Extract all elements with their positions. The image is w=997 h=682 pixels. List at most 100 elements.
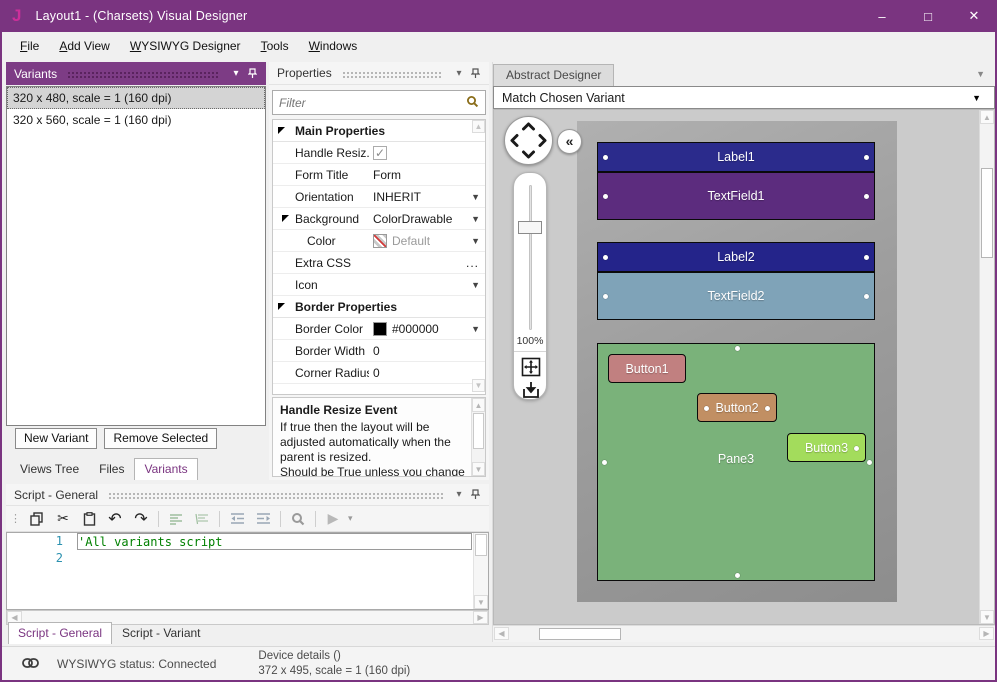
anchor-dot[interactable]: [603, 294, 608, 299]
property-row-orientation[interactable]: Orientation INHERIT ▼: [273, 186, 485, 208]
pan-control[interactable]: [504, 116, 553, 165]
property-row-background[interactable]: Background ColorDrawable ▼: [273, 208, 485, 230]
dropdown-arrow-icon[interactable]: ▼: [471, 280, 480, 290]
scroll-left-icon[interactable]: ◀: [494, 627, 509, 640]
scrollbar-thumb[interactable]: [475, 534, 487, 556]
uncomment-icon[interactable]: [191, 509, 213, 529]
pin-icon[interactable]: [467, 489, 483, 500]
designer-canvas[interactable]: Label1 TextField1 Label2 TextField2 Butt…: [493, 109, 995, 625]
scrollbar-thumb[interactable]: [981, 168, 993, 258]
new-variant-button[interactable]: New Variant: [15, 428, 98, 449]
editor-vertical-scrollbar[interactable]: ▼: [473, 533, 488, 609]
widget-textfield2[interactable]: TextField2: [597, 272, 875, 320]
anchor-dot[interactable]: [735, 573, 740, 578]
widget-label1[interactable]: Label1: [597, 142, 875, 172]
pin-icon[interactable]: [467, 67, 483, 79]
minimize-button[interactable]: –: [859, 2, 905, 32]
panel-menu-arrow-icon[interactable]: ▾: [228, 68, 244, 79]
cut-icon[interactable]: ✂: [52, 509, 74, 529]
toolbar-overflow-icon[interactable]: ▾: [348, 513, 353, 524]
tab-script-general[interactable]: Script - General: [8, 622, 113, 644]
scroll-right-icon[interactable]: ▶: [979, 627, 994, 640]
anchor-dot[interactable]: [765, 406, 770, 411]
canvas-vertical-scrollbar[interactable]: ▲ ▼: [979, 110, 994, 624]
anchor-dot[interactable]: [864, 155, 869, 160]
find-icon[interactable]: [287, 509, 309, 529]
code-line[interactable]: 2: [7, 550, 488, 567]
anchor-dot[interactable]: [864, 294, 869, 299]
form-title-value[interactable]: Form: [369, 168, 485, 182]
close-button[interactable]: ✕: [951, 2, 995, 32]
orientation-value[interactable]: INHERIT: [373, 190, 421, 204]
property-row-extra-css[interactable]: Extra CSS ...: [273, 252, 485, 274]
scroll-up-icon[interactable]: ▲: [472, 398, 485, 412]
undo-icon[interactable]: ↶: [104, 509, 126, 529]
property-row-handle-resize[interactable]: Handle Resiz... ✓: [273, 142, 485, 164]
anchor-dot[interactable]: [603, 194, 608, 199]
panel-menu-arrow-icon[interactable]: ▾: [451, 68, 467, 79]
property-filter-input[interactable]: [279, 95, 466, 110]
property-row-border-color[interactable]: Border Color #000000 ▼: [273, 318, 485, 340]
corner-radius-value[interactable]: 0: [369, 366, 485, 380]
grid-scroll-up-icon[interactable]: ▲: [472, 120, 485, 133]
run-icon[interactable]: ▶: [322, 509, 344, 529]
fit-to-screen-icon[interactable]: [521, 357, 541, 377]
border-width-value[interactable]: 0: [369, 344, 485, 358]
copy-icon[interactable]: [26, 509, 48, 529]
anchor-dot[interactable]: [603, 255, 608, 260]
indent-icon[interactable]: [252, 509, 274, 529]
maximize-button[interactable]: □: [905, 2, 951, 32]
pin-icon[interactable]: [244, 68, 260, 79]
paste-icon[interactable]: [78, 509, 100, 529]
redo-icon[interactable]: ↷: [130, 509, 152, 529]
scrollbar-thumb[interactable]: [539, 628, 621, 640]
description-scrollbar[interactable]: ▲ ▼: [471, 398, 485, 476]
dropdown-arrow-icon[interactable]: ▼: [471, 192, 480, 202]
load-layout-icon[interactable]: [521, 380, 541, 400]
zoom-slider-handle[interactable]: [518, 221, 542, 234]
property-group-row[interactable]: Main Properties ▲: [273, 120, 485, 142]
scroll-up-icon[interactable]: ▲: [980, 110, 994, 124]
menu-tools[interactable]: Tools: [251, 35, 299, 57]
tab-script-variant[interactable]: Script - Variant: [112, 622, 210, 644]
menu-wysiwyg-designer[interactable]: WYSIWYG Designer: [120, 35, 251, 57]
border-color-value[interactable]: #000000: [392, 322, 439, 336]
handle-resize-checkbox[interactable]: ✓: [373, 145, 387, 160]
variant-match-combobox[interactable]: Match Chosen Variant ▼: [493, 86, 995, 109]
scroll-down-icon[interactable]: ▼: [474, 595, 488, 609]
property-row-corner-radius[interactable]: Corner Radius 0 ▼: [273, 362, 485, 392]
anchor-dot[interactable]: [864, 255, 869, 260]
scroll-down-icon[interactable]: ▼: [980, 610, 994, 624]
scroll-down-icon[interactable]: ▼: [472, 462, 485, 476]
ellipsis-button[interactable]: ...: [466, 256, 479, 270]
canvas-horizontal-scrollbar[interactable]: ◀ ▶: [493, 625, 995, 642]
background-value[interactable]: ColorDrawable: [373, 212, 452, 226]
toolbar-grip-icon[interactable]: ⋮: [10, 512, 21, 525]
dropdown-arrow-icon[interactable]: ▼: [471, 236, 480, 246]
property-row-form-title[interactable]: Form Title Form: [273, 164, 485, 186]
script-code-editor[interactable]: 1 'All variants script 2 ▼: [6, 532, 489, 610]
device-form[interactable]: Label1 TextField1 Label2 TextField2 Butt…: [577, 121, 897, 602]
panel-menu-arrow-icon[interactable]: ▼: [976, 69, 985, 79]
property-row-icon[interactable]: Icon ▼: [273, 274, 485, 296]
remove-selected-button[interactable]: Remove Selected: [104, 428, 218, 449]
menu-add-view[interactable]: Add View: [49, 35, 120, 57]
grid-scroll-down-icon[interactable]: ▼: [472, 379, 485, 392]
property-group-row[interactable]: Border Properties: [273, 296, 485, 318]
property-row-border-width[interactable]: Border Width 0: [273, 340, 485, 362]
widget-button2[interactable]: Button2: [697, 393, 777, 422]
anchor-dot[interactable]: [602, 460, 607, 465]
widget-pane3[interactable]: Button1 Button2 Button3 Pane3: [597, 343, 875, 581]
dropdown-arrow-icon[interactable]: ▼: [471, 214, 480, 224]
color-value[interactable]: Default: [392, 234, 430, 248]
scroll-right-icon[interactable]: ▶: [473, 611, 488, 624]
dropdown-arrow-icon[interactable]: ▼: [471, 324, 480, 334]
widget-textfield1[interactable]: TextField1: [597, 172, 875, 220]
code-line[interactable]: 1 'All variants script: [7, 533, 488, 550]
widget-label2[interactable]: Label2: [597, 242, 875, 272]
outdent-icon[interactable]: [226, 509, 248, 529]
anchor-dot[interactable]: [735, 346, 740, 351]
menu-file[interactable]: File: [10, 35, 49, 57]
comment-icon[interactable]: [165, 509, 187, 529]
scrollbar-thumb[interactable]: [473, 413, 484, 449]
